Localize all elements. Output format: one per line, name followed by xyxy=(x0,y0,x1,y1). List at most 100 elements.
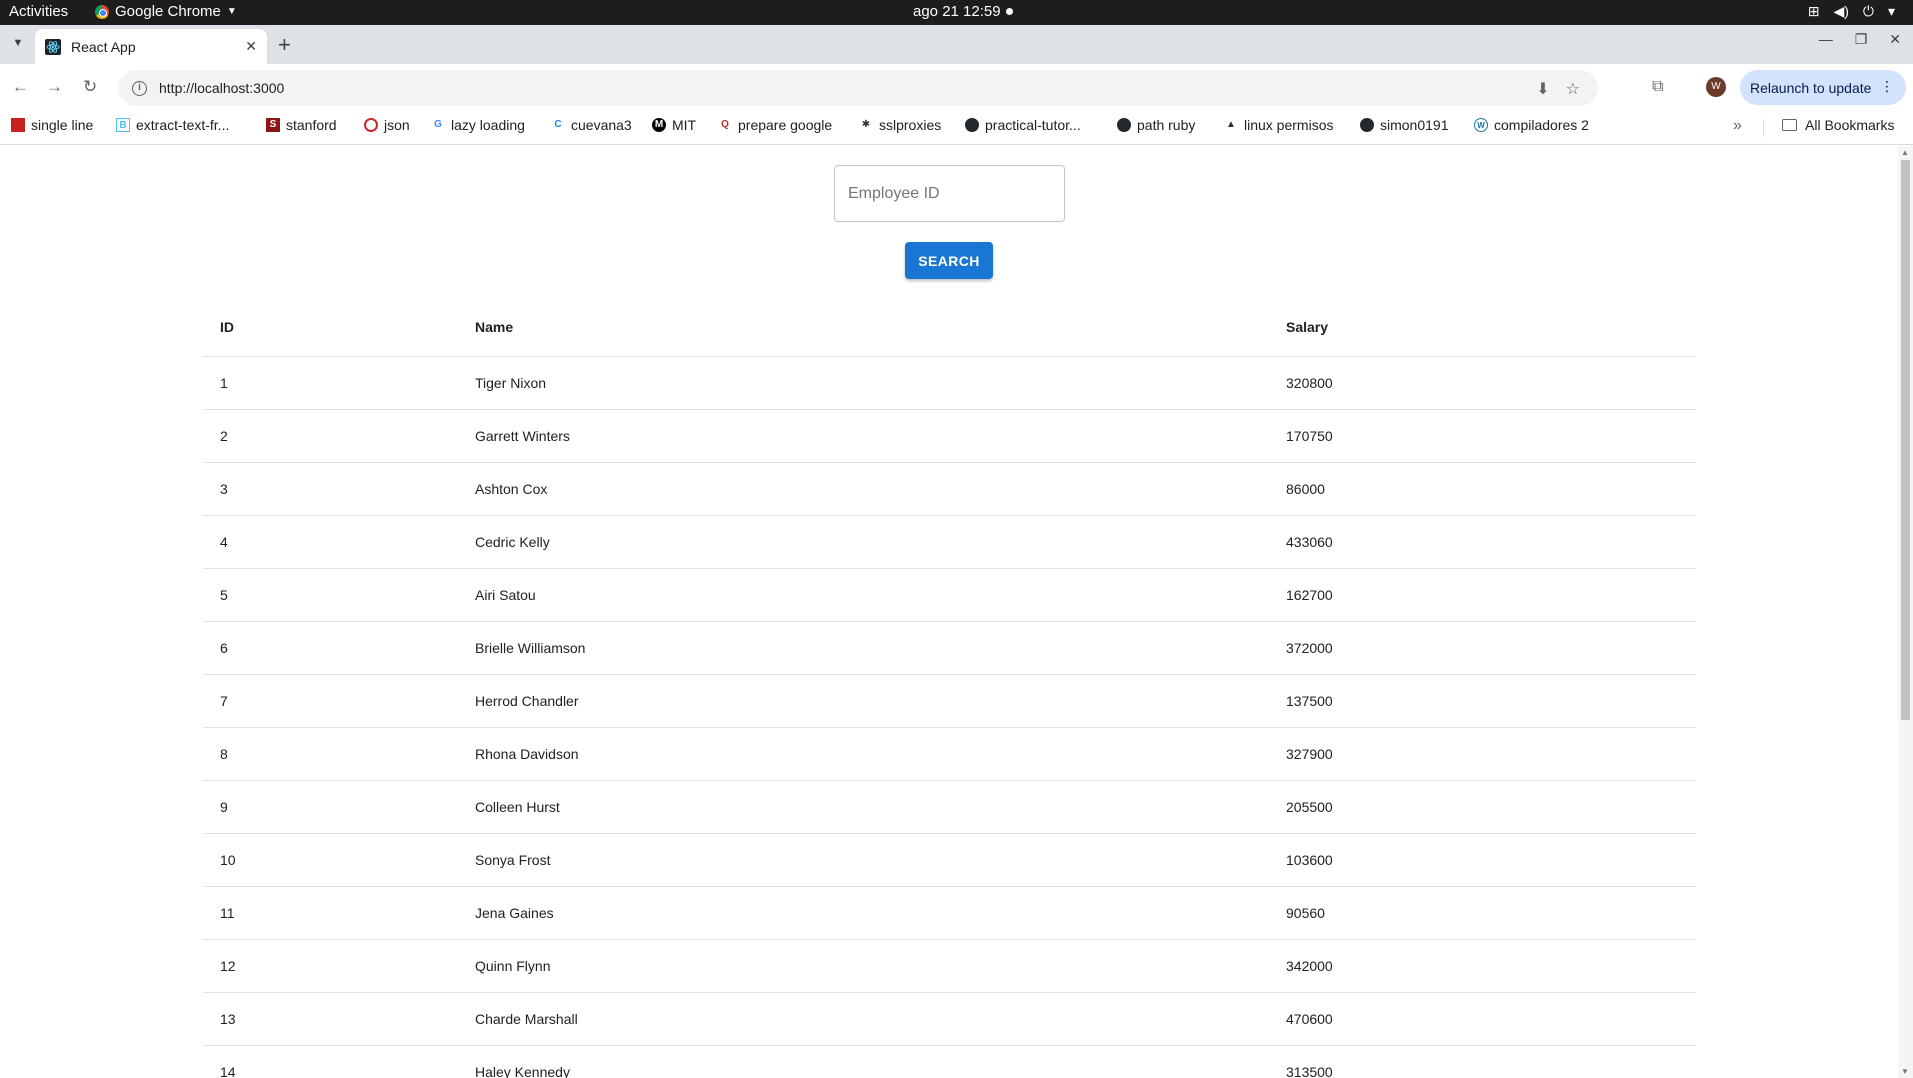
cell-name: Charde Marshall xyxy=(459,992,1270,1046)
mit-icon: M xyxy=(652,118,666,132)
cell-salary: 103600 xyxy=(1270,833,1696,887)
chrome-icon xyxy=(95,4,109,19)
bookmark-label: path ruby xyxy=(1137,117,1196,133)
chevron-down-icon: ▾ xyxy=(1887,3,1895,19)
bookmark-item[interactable]: single line xyxy=(11,117,93,133)
cell-name: Rhona Davidson xyxy=(459,727,1270,781)
bookmark-item[interactable]: path ruby xyxy=(1117,117,1195,133)
table-row: 5 Airi Satou 162700 xyxy=(204,568,1696,622)
app-menu-label: Google Chrome xyxy=(115,3,221,20)
cell-salary: 470600 xyxy=(1270,992,1696,1046)
bookmark-label: extract-text-fr... xyxy=(136,117,230,133)
bookmark-item[interactable]: Sstanford xyxy=(266,117,337,133)
github-icon xyxy=(965,118,979,132)
bookmarks-bar: single line Bextract-text-fr... Sstanfor… xyxy=(0,111,1913,145)
bookmark-label: sslproxies xyxy=(879,117,942,133)
scroll-up-icon[interactable]: ▲ xyxy=(1901,148,1909,157)
column-header-id: ID xyxy=(204,299,459,357)
cell-salary: 433060 xyxy=(1270,515,1696,569)
cell-name: Quinn Flynn xyxy=(459,939,1270,993)
tab-search-icon[interactable]: ▼ xyxy=(8,33,28,53)
back-icon[interactable]: ← xyxy=(12,77,29,97)
bookmark-item[interactable]: Wcompiladores 2 xyxy=(1474,117,1589,133)
bookmark-label: practical-tutor... xyxy=(985,117,1081,133)
cuevana-icon: C xyxy=(554,119,562,130)
install-app-icon[interactable]: ⬇ xyxy=(1536,79,1549,99)
bookmark-label: compiladores 2 xyxy=(1494,117,1589,133)
stanford-icon: S xyxy=(266,118,280,132)
column-header-salary: Salary xyxy=(1270,299,1696,357)
bookmarks-overflow-icon[interactable]: » xyxy=(1733,117,1742,135)
relaunch-button[interactable]: Relaunch to update ⋮ xyxy=(1740,70,1906,105)
cell-name: Airi Satou xyxy=(459,568,1270,622)
table-row: 2 Garrett Winters 170750 xyxy=(204,409,1696,463)
table-row: 11 Jena Gaines 90560 xyxy=(204,886,1696,940)
bookmark-star-icon[interactable]: ☆ xyxy=(1566,79,1580,99)
cell-salary: 162700 xyxy=(1270,568,1696,622)
cell-salary: 86000 xyxy=(1270,462,1696,516)
table-row: 14 Haley Kennedy 313500 xyxy=(204,1045,1696,1078)
forward-icon[interactable]: → xyxy=(46,77,63,97)
new-tab-icon[interactable]: + xyxy=(278,32,291,58)
extensions-icon[interactable]: ⧉ xyxy=(1652,78,1663,96)
cell-name: Cedric Kelly xyxy=(459,515,1270,569)
bookmark-item[interactable]: practical-tutor... xyxy=(965,117,1081,133)
tab-react-app[interactable]: React App ✕ xyxy=(35,29,267,64)
bookmark-label: MIT xyxy=(672,117,697,133)
more-vert-icon[interactable]: ⋮ xyxy=(1880,78,1894,95)
table-body: 1 Tiger Nixon 320800 2 Garrett Winters 170750… xyxy=(204,356,1696,1078)
employee-table: ID Name Salary 1 Tiger Nixon 320800 2 Garret… xyxy=(204,299,1696,1078)
cell-id: 2 xyxy=(204,409,459,463)
browser-toolbar: ← → ↻ i http://localhost:3000 ⬇ ☆ ⧉ W Re… xyxy=(0,64,1913,111)
table-row: 8 Rhona Davidson 327900 xyxy=(204,727,1696,781)
bookmark-item[interactable]: Qprepare google xyxy=(718,117,832,133)
address-bar[interactable]: i http://localhost:3000 ⬇ ☆ xyxy=(118,70,1598,106)
bookmark-item[interactable]: json xyxy=(364,117,410,133)
close-window-icon[interactable]: ✕ xyxy=(1889,31,1901,48)
site-info-icon[interactable]: i xyxy=(132,80,147,96)
wordpress-icon: W xyxy=(1474,118,1488,132)
cell-salary: 342000 xyxy=(1270,939,1696,993)
cell-id: 8 xyxy=(204,727,459,781)
cell-name: Colleen Hurst xyxy=(459,780,1270,834)
scroll-down-icon[interactable]: ▼ xyxy=(1901,1067,1909,1076)
cell-id: 4 xyxy=(204,515,459,569)
employee-id-input[interactable] xyxy=(834,165,1065,222)
table-row: 9 Colleen Hurst 205500 xyxy=(204,780,1696,834)
cell-id: 10 xyxy=(204,833,459,887)
cell-name: Brielle Williamson xyxy=(459,621,1270,675)
all-bookmarks-button[interactable]: All Bookmarks xyxy=(1782,117,1894,133)
app-menu[interactable]: Google Chrome ▼ xyxy=(95,3,237,20)
bookmark-item[interactable]: ✱ sslproxies xyxy=(859,117,941,133)
omnibox-actions: ⬇ ☆ xyxy=(1536,79,1580,99)
cell-salary: 170750 xyxy=(1270,409,1696,463)
restore-icon[interactable]: ❐ xyxy=(1855,31,1868,48)
tab-strip: ▼ React App ✕ + — ❐ ✕ xyxy=(0,25,1913,64)
page-scrollbar[interactable]: ▲ ▼ xyxy=(1898,146,1913,1078)
bookmark-label: json xyxy=(384,117,410,133)
bookmark-item[interactable]: Ccuevana3 xyxy=(551,117,631,133)
bookmark-item[interactable]: M MIT xyxy=(652,117,696,133)
system-tray[interactable]: ⊞ ◀) ⏻ ▾ xyxy=(1808,3,1895,20)
table-row: 10 Sonya Frost 103600 xyxy=(204,833,1696,887)
quora-icon: Q xyxy=(721,119,729,130)
bookmark-item[interactable]: ▲ linux permisos xyxy=(1224,117,1333,133)
bookmark-item[interactable]: Bextract-text-fr... xyxy=(116,117,229,133)
minimize-icon[interactable]: — xyxy=(1819,31,1833,48)
close-tab-icon[interactable]: ✕ xyxy=(245,38,257,55)
profile-avatar[interactable]: W xyxy=(1706,77,1726,97)
cell-salary: 137500 xyxy=(1270,674,1696,728)
doc-icon: B xyxy=(116,118,130,132)
table-row: 4 Cedric Kelly 433060 xyxy=(204,515,1696,569)
cell-id: 7 xyxy=(204,674,459,728)
react-icon xyxy=(45,38,61,55)
bookmark-item[interactable]: Glazy loading xyxy=(431,117,525,133)
activities-button[interactable]: Activities xyxy=(9,3,68,20)
clock[interactable]: ago 21 12:59 xyxy=(913,3,1013,20)
reload-icon[interactable]: ↻ xyxy=(83,77,97,97)
notification-dot-icon xyxy=(1005,8,1013,15)
scrollbar-thumb[interactable] xyxy=(1901,160,1910,720)
search-button[interactable]: SEARCH xyxy=(905,242,993,279)
bookmark-item[interactable]: simon0191 xyxy=(1360,117,1449,133)
google-icon: G xyxy=(434,119,442,130)
